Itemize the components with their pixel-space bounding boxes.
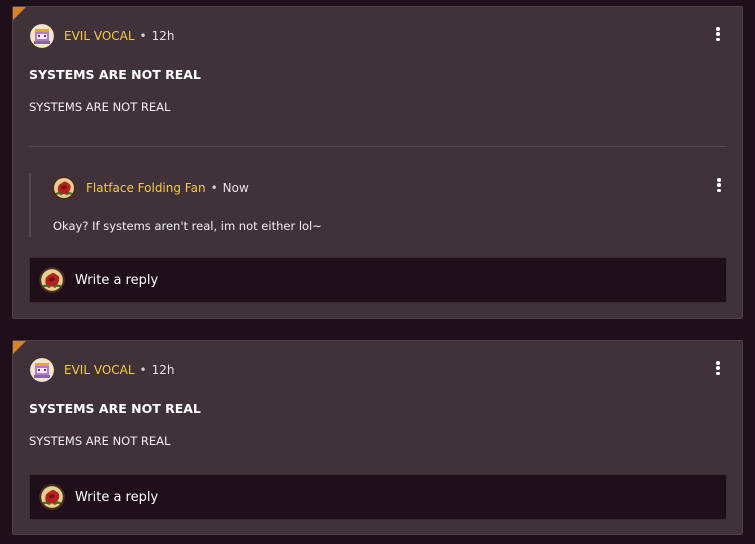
- post-header: EVIL VOCAL • 12h: [30, 358, 175, 382]
- pixel-character-icon[interactable]: [30, 358, 54, 382]
- post-timestamp: 12h: [151, 363, 175, 377]
- red-rose-icon[interactable]: [52, 176, 76, 200]
- post-timestamp: 12h: [151, 29, 175, 43]
- write-reply-input[interactable]: Write a reply: [29, 257, 727, 303]
- post-author[interactable]: EVIL VOCAL: [64, 363, 135, 377]
- more-options-icon[interactable]: [713, 176, 725, 194]
- write-reply-input[interactable]: Write a reply: [29, 474, 727, 520]
- more-options-icon[interactable]: [712, 359, 724, 377]
- post-title: SYSTEMS ARE NOT REAL: [29, 67, 201, 82]
- post-body: SYSTEMS ARE NOT REAL: [29, 434, 171, 448]
- separator-dot: •: [139, 363, 147, 377]
- more-options-icon[interactable]: [712, 25, 724, 43]
- pixel-character-icon[interactable]: [30, 24, 54, 48]
- red-rose-icon: [39, 484, 65, 510]
- post-feed: EVIL VOCAL • 12h SYSTEMS ARE NOT REAL SY…: [0, 0, 755, 544]
- post-corner-accent: [13, 7, 26, 20]
- post-header: EVIL VOCAL • 12h: [30, 24, 175, 48]
- post-title: SYSTEMS ARE NOT REAL: [29, 401, 201, 416]
- reply-placeholder: Write a reply: [75, 489, 159, 505]
- reply-placeholder: Write a reply: [75, 272, 159, 288]
- separator-dot: •: [210, 181, 218, 195]
- post-body: SYSTEMS ARE NOT REAL: [29, 100, 171, 114]
- post-author[interactable]: EVIL VOCAL: [64, 29, 135, 43]
- reply-timestamp: Now: [222, 181, 249, 195]
- reply-body: Okay? If systems aren't real, im not eit…: [53, 219, 322, 233]
- reply-header: Flatface Folding Fan • Now: [52, 176, 249, 200]
- reply-item: Flatface Folding Fan • Now Okay? If syst…: [29, 173, 727, 237]
- post-card: EVIL VOCAL • 12h SYSTEMS ARE NOT REAL SY…: [12, 6, 743, 319]
- post-card: EVIL VOCAL • 12h SYSTEMS ARE NOT REAL SY…: [12, 340, 743, 535]
- divider: [29, 146, 727, 147]
- red-rose-icon: [39, 267, 65, 293]
- post-corner-accent: [13, 341, 26, 354]
- reply-author[interactable]: Flatface Folding Fan: [86, 181, 206, 195]
- separator-dot: •: [139, 29, 147, 43]
